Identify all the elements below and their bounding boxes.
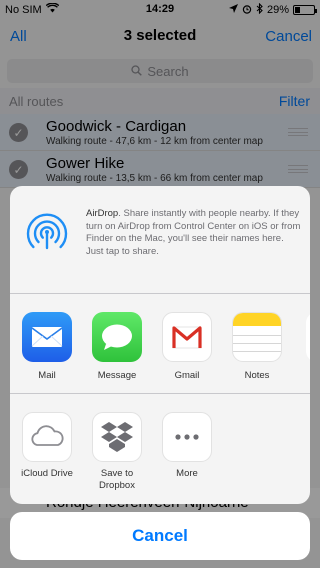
share-sheet: AirDrop. Share instantly with people nea… xyxy=(10,186,310,504)
share-cancel-button[interactable]: Cancel xyxy=(10,512,310,560)
share-notes-button[interactable]: Notes xyxy=(222,312,292,382)
share-gmail-button[interactable]: Gmail xyxy=(152,312,222,382)
icloud-icon xyxy=(22,412,72,462)
share-actions-row: iCloud Drive Save to Dropbox More xyxy=(10,394,310,504)
airdrop-icon xyxy=(24,208,70,254)
share-message-button[interactable]: Message xyxy=(82,312,152,382)
message-icon xyxy=(92,312,142,362)
notes-icon xyxy=(232,312,282,362)
dropbox-icon xyxy=(92,412,142,462)
share-item-label: Gmail xyxy=(174,370,200,381)
more-icon xyxy=(162,412,212,462)
share-item-label: Save to Dropbox xyxy=(99,468,135,491)
share-item-label: Mail xyxy=(38,370,56,381)
share-item-label: Message xyxy=(97,370,137,381)
more-button[interactable]: More xyxy=(152,412,222,480)
mail-icon xyxy=(22,312,72,362)
more-apps-peek[interactable] xyxy=(306,312,310,362)
airdrop-section[interactable]: AirDrop. Share instantly with people nea… xyxy=(10,186,310,294)
share-item-label: iCloud Drive xyxy=(21,468,73,479)
airdrop-title: AirDrop xyxy=(86,208,119,219)
airdrop-description: AirDrop. Share instantly with people nea… xyxy=(86,208,301,257)
share-mail-button[interactable]: Mail xyxy=(12,312,82,382)
share-apps-row: Mail Message Gmail Notes xyxy=(10,294,310,394)
gmail-icon xyxy=(162,312,212,362)
airdrop-body: Share instantly with people nearby. If t… xyxy=(86,208,301,257)
save-to-dropbox-button[interactable]: Save to Dropbox xyxy=(82,412,152,492)
icloud-drive-button[interactable]: iCloud Drive xyxy=(12,412,82,480)
share-item-label: More xyxy=(176,468,198,479)
share-item-label: Notes xyxy=(244,370,270,381)
